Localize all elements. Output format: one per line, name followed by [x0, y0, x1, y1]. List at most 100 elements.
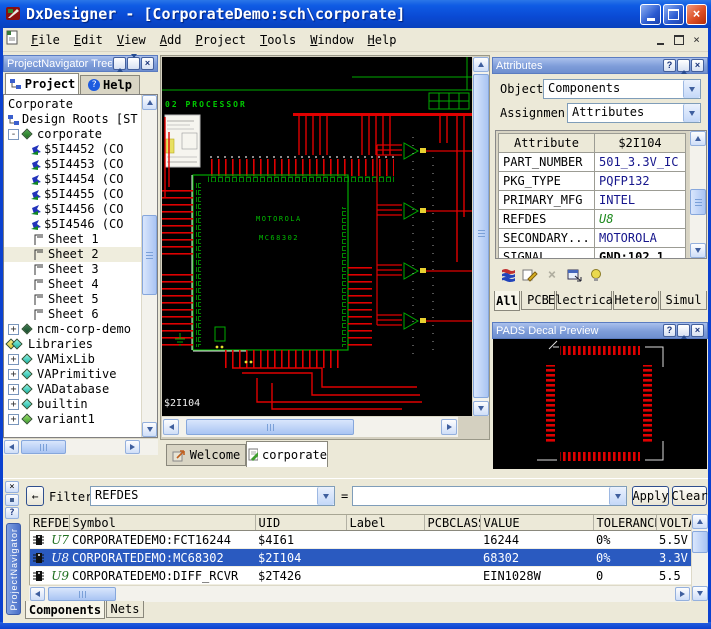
menu-file[interactable]: File: [24, 31, 67, 49]
navigator-up-button[interactable]: [113, 57, 126, 70]
browser-help-button[interactable]: ?: [5, 507, 19, 519]
scroll-thumb[interactable]: [142, 215, 157, 295]
titlebar[interactable]: DxDesigner - [CorporateDemo:sch\corporat…: [0, 0, 711, 28]
expand-icon[interactable]: +: [8, 354, 19, 365]
object-select[interactable]: Components: [543, 79, 701, 99]
tab-nets[interactable]: Nets: [106, 601, 144, 618]
scroll-up-button[interactable]: [690, 131, 706, 146]
scroll-thumb[interactable]: [692, 531, 708, 553]
navigator-down-button[interactable]: [127, 57, 140, 70]
collapse-icon[interactable]: -: [8, 129, 19, 140]
tree-item[interactable]: Libraries: [4, 337, 143, 352]
scroll-thumb[interactable]: [48, 587, 116, 601]
tree-item[interactable]: + ncm-corp-demo: [4, 322, 143, 337]
tree-item[interactable]: +VADatabase: [4, 382, 143, 397]
column-header-refdes[interactable]: REFDES: [30, 515, 69, 531]
table-row[interactable]: U9 CORPORATEDEMO:DIFF_RCVR $2T426 EIN102…: [30, 567, 692, 585]
attr-tab-simul[interactable]: Simul: [660, 291, 707, 310]
tree-scrollbar-horizontal[interactable]: [3, 438, 158, 455]
attr-tab-all[interactable]: All: [494, 291, 520, 311]
navigator-tree[interactable]: Corporate Design Roots [ST - corporate $…: [3, 94, 158, 438]
tab-welcome[interactable]: Welcome: [166, 444, 246, 466]
tree-item[interactable]: $5I4455 (CO: [4, 187, 143, 202]
pads-up-button[interactable]: [677, 324, 690, 337]
pads-close-button[interactable]: ×: [691, 324, 704, 337]
column-header-symbol[interactable]: Symbol: [69, 515, 255, 531]
chevron-down-icon[interactable]: [683, 104, 700, 122]
tree-item[interactable]: Sheet 3: [4, 262, 143, 277]
scroll-left-button[interactable]: [163, 419, 179, 435]
tab-project[interactable]: Project: [5, 73, 79, 94]
attr-value[interactable]: 501_3.3V_IC: [595, 153, 686, 172]
chevron-down-icon[interactable]: [317, 487, 334, 505]
filter-field-select[interactable]: REFDES: [90, 486, 335, 506]
table-row-selected[interactable]: U8 CORPORATEDEMO:MC68302 $2I104 68302 0%…: [30, 549, 692, 567]
scroll-thumb[interactable]: [21, 440, 66, 454]
attributes-help-button[interactable]: ?: [663, 59, 676, 72]
attributes-scrollbar-vertical[interactable]: [689, 131, 706, 258]
tab-help[interactable]: ? Help: [80, 75, 140, 94]
tree-item-selected[interactable]: Sheet 2: [4, 247, 143, 262]
scroll-up-button[interactable]: [473, 57, 489, 72]
maximize-button[interactable]: [663, 4, 684, 25]
tree-item[interactable]: Sheet 5: [4, 292, 143, 307]
attr-value[interactable]: U8: [595, 210, 686, 229]
menu-edit[interactable]: Edit: [67, 31, 110, 49]
navigator-side-tab[interactable]: ProjectNavigator: [6, 523, 21, 615]
attributes-up-button[interactable]: [677, 59, 690, 72]
tree-item[interactable]: +variant1: [4, 412, 143, 427]
scroll-right-button[interactable]: [675, 587, 690, 601]
scroll-left-button[interactable]: [30, 587, 45, 601]
menu-project[interactable]: Project: [188, 31, 253, 49]
schematic-canvas[interactable]: 02 PROCESSOR: [162, 57, 472, 416]
tree-item[interactable]: $5I4456 (CO: [4, 202, 143, 217]
export-window-icon[interactable]: [563, 265, 585, 285]
tab-components[interactable]: Components: [25, 601, 105, 619]
tree-item[interactable]: Design Roots [ST: [4, 112, 143, 127]
attr-tab-electrical[interactable]: Electrical: [556, 291, 612, 310]
tree-item[interactable]: +VAMixLib: [4, 352, 143, 367]
minimize-button[interactable]: [640, 4, 661, 25]
tree-item[interactable]: $5I4453 (CO: [4, 157, 143, 172]
table-scrollbar-horizontal[interactable]: [29, 585, 691, 602]
scroll-down-button[interactable]: [473, 401, 489, 416]
scroll-down-button[interactable]: [142, 422, 157, 437]
menu-tools[interactable]: Tools: [253, 31, 303, 49]
tree-item[interactable]: Sheet 1: [4, 232, 143, 247]
column-header-pcbclass[interactable]: PCBCLASS: [424, 515, 480, 531]
edit-attribute-icon[interactable]: [519, 265, 541, 285]
apply-button[interactable]: Apply: [632, 486, 669, 506]
pads-header[interactable]: PADS Decal Preview ? ×: [492, 322, 708, 339]
attr-value[interactable]: GND:102,1: [595, 248, 686, 260]
tree-item[interactable]: +VAPrimitive: [4, 367, 143, 382]
attributes-close-button[interactable]: ×: [691, 59, 704, 72]
navigator-header[interactable]: ProjectNavigator Tree ×: [3, 55, 158, 72]
expand-icon[interactable]: +: [8, 369, 19, 380]
component-table-container[interactable]: REFDES Symbol UID Label PCBCLASS VALUE T…: [29, 514, 693, 587]
mdi-close-button[interactable]: ×: [688, 32, 705, 47]
attribute-table[interactable]: Attribute$2I104 PART_NUMBER501_3.3V_IC P…: [498, 133, 686, 259]
close-button[interactable]: ×: [686, 4, 707, 25]
assignment-select[interactable]: Attributes: [567, 103, 701, 123]
filter-back-button[interactable]: ←: [26, 486, 44, 506]
schematic-scrollbar-horizontal[interactable]: [162, 416, 458, 437]
scroll-left-button[interactable]: [4, 440, 19, 454]
table-row[interactable]: U7 CORPORATEDEMO:FCT16244 $4I61 16244 0%…: [30, 531, 692, 549]
tree-item[interactable]: Corporate: [4, 97, 143, 112]
menu-view[interactable]: View: [110, 31, 153, 49]
column-header-value[interactable]: VALUE: [480, 515, 593, 531]
menu-help[interactable]: Help: [361, 31, 404, 49]
attr-tab-hetero[interactable]: Hetero: [613, 291, 659, 310]
scroll-down-button[interactable]: [690, 243, 706, 258]
filter-value-select[interactable]: [352, 486, 627, 506]
tree-scrollbar-vertical[interactable]: [141, 95, 157, 437]
tree-item[interactable]: - corporate: [4, 127, 143, 142]
attr-value[interactable]: MOTOROLA: [595, 229, 686, 248]
schematic-scrollbar-vertical[interactable]: [472, 57, 489, 416]
scroll-up-button[interactable]: [142, 95, 157, 110]
tree-item[interactable]: +builtin: [4, 397, 143, 412]
column-header-label[interactable]: Label: [346, 515, 424, 531]
column-header-uid[interactable]: UID: [255, 515, 346, 531]
mdi-minimize-button[interactable]: [652, 32, 669, 47]
delete-icon[interactable]: ×: [541, 265, 563, 285]
